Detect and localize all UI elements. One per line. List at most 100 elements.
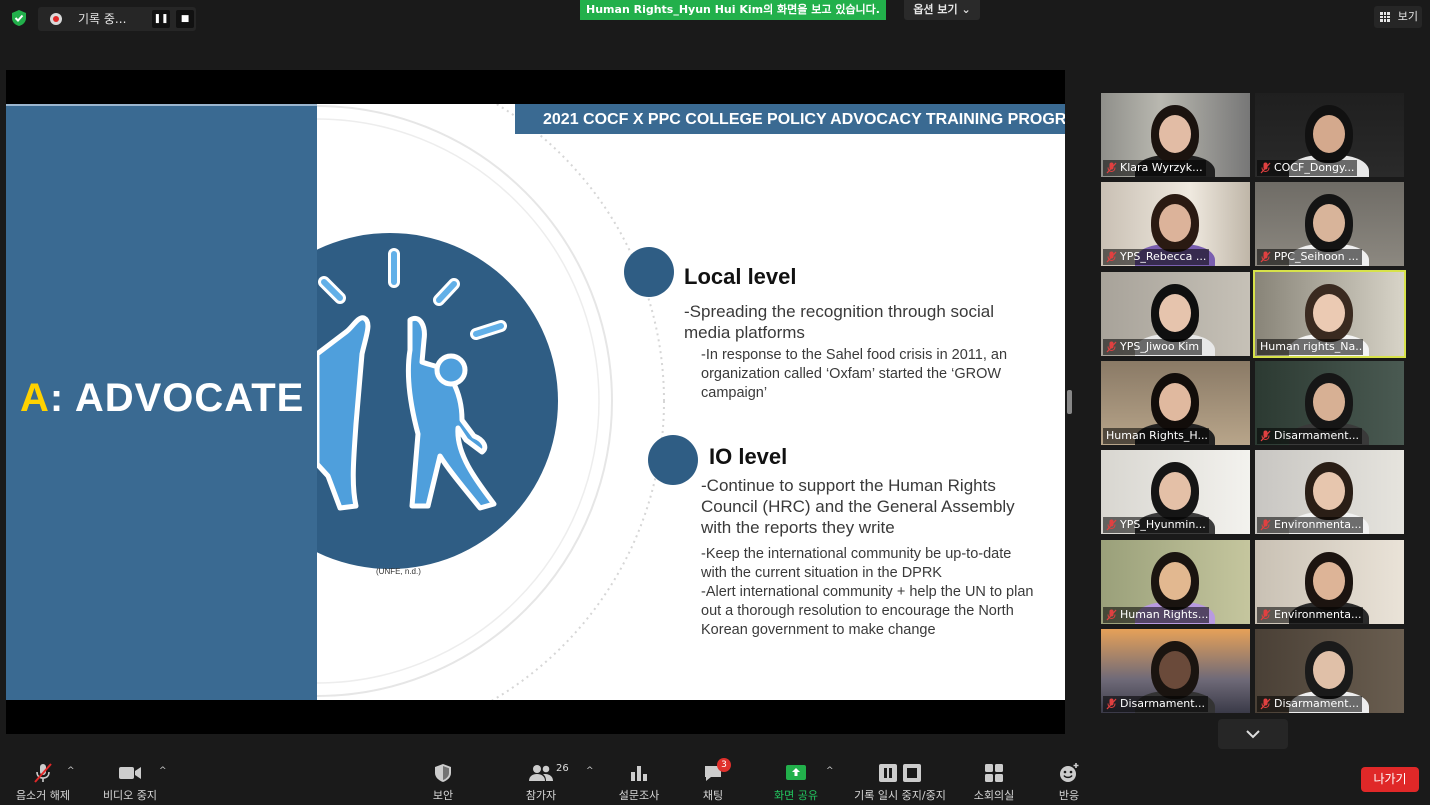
participant-name-label: YPS_Rebecca ... <box>1103 249 1209 265</box>
participant-name: Disarmament... <box>1274 697 1360 710</box>
chevron-down-icon: ⌄ <box>961 3 971 16</box>
participant-tile[interactable]: Human Rights... <box>1101 540 1250 624</box>
participant-name-label: Human Rights... <box>1103 607 1209 623</box>
participant-face <box>1313 562 1345 600</box>
participant-face <box>1159 383 1191 421</box>
stop-recording-icon[interactable]: ■ <box>176 10 194 28</box>
share-screen-label: 화면 공유 <box>774 789 818 802</box>
stop-video-button[interactable]: 비디오 중지 <box>96 760 164 804</box>
participant-tile[interactable]: Human rights_Na... <box>1253 270 1406 358</box>
share-screen-icon <box>786 765 806 780</box>
slide-advocate-heading: A: ADVOCATE <box>20 376 305 420</box>
security-label: 보안 <box>432 789 454 802</box>
participant-tile[interactable]: Environmenta... <box>1255 540 1404 624</box>
view-layout-button[interactable]: 보기 <box>1374 6 1422 28</box>
share-options-caret-icon[interactable]: ^ <box>826 766 834 776</box>
participant-name-label: Disarmament... <box>1257 428 1363 444</box>
participant-face <box>1313 115 1345 153</box>
screen-share-banner: Human Rights_Hyun Hui Kim의 화면을 보고 있습니다. <box>580 0 886 20</box>
participant-name-label: PPC_Seihoon ... <box>1257 249 1362 265</box>
participant-name: Disarmament... <box>1120 697 1206 710</box>
participant-face <box>1313 383 1345 421</box>
io-level-text-2: -Keep the international community be up-… <box>701 546 1012 581</box>
participant-tile[interactable]: YPS_Hyunmin... <box>1101 450 1250 534</box>
bar-chart-icon <box>631 766 647 781</box>
participant-name: Environmenta... <box>1274 608 1362 621</box>
chat-label: 채팅 <box>702 789 724 802</box>
video-camera-icon <box>119 767 141 779</box>
recording-label: 기록 중... <box>78 12 127 26</box>
participant-name-label: Disarmament... <box>1103 696 1209 712</box>
participant-name-label: Environmenta... <box>1257 607 1363 623</box>
image-caption: (UNFE, n.d.) <box>376 567 421 576</box>
participant-name-label: Klara Wyrzyk... <box>1103 160 1206 176</box>
mic-muted-icon <box>1260 698 1271 710</box>
pause-stop-recording-icon <box>879 764 921 782</box>
participant-face <box>1313 294 1345 332</box>
participant-tile[interactable]: Disarmament... <box>1255 361 1404 445</box>
participant-name-label: YPS_Jiwoo Kim <box>1103 339 1203 355</box>
security-button[interactable]: 보안 <box>418 760 468 804</box>
participant-face <box>1313 472 1345 510</box>
participant-tile[interactable]: Klara Wyrzyk... <box>1101 93 1250 177</box>
participant-tile[interactable]: PPC_Seihoon ... <box>1255 182 1404 266</box>
pause-stop-recording-label: 기록 일시 중지/중지 <box>854 789 946 802</box>
io-level-text-3: -Alert international community + help th… <box>701 584 1034 638</box>
mic-muted-icon <box>1106 341 1117 353</box>
participant-name: COCF_Dongy... <box>1274 161 1355 174</box>
participant-face <box>1159 294 1191 332</box>
participant-face <box>1159 651 1191 689</box>
pause-stop-recording-button[interactable]: 기록 일시 중지/중지 <box>848 760 952 804</box>
io-level-text-1: -Continue to support the Human Rights Co… <box>701 476 1015 537</box>
participant-name: Disarmament... <box>1274 429 1360 442</box>
participant-tile[interactable]: COCF_Dongy... <box>1255 93 1404 177</box>
breakout-rooms-label: 소회의실 <box>973 789 1015 802</box>
participant-face <box>1159 562 1191 600</box>
participant-tile[interactable]: Disarmament... <box>1255 629 1404 713</box>
stop-video-label: 비디오 중지 <box>102 789 158 802</box>
security-shield-icon[interactable] <box>9 8 29 28</box>
mic-muted-icon <box>1106 519 1117 531</box>
microphone-muted-icon <box>34 763 52 783</box>
leave-meeting-button[interactable]: 나가기 <box>1361 767 1419 792</box>
mic-muted-icon <box>1260 430 1271 442</box>
participant-name: YPS_Rebecca ... <box>1120 250 1207 263</box>
participant-name: Human Rights... <box>1120 608 1209 621</box>
unmute-label: 음소거 해제 <box>15 789 71 802</box>
mic-muted-icon <box>1106 251 1117 263</box>
participants-options-caret-icon[interactable]: ^ <box>586 766 594 776</box>
participants-icon <box>529 765 553 781</box>
participant-tile[interactable]: Environmenta... <box>1255 450 1404 534</box>
participant-name-label: Disarmament... <box>1257 696 1363 712</box>
presentation-slide: A: ADVOCATE 2021 COCF X PPC COLLEGE POLI… <box>6 104 1065 700</box>
participant-face <box>1159 204 1191 242</box>
pause-recording-icon[interactable]: ❚❚ <box>152 10 170 28</box>
participant-face <box>1313 204 1345 242</box>
participant-name: YPS_Hyunmin... <box>1120 518 1206 531</box>
view-options-dropdown[interactable]: 옵션 보기 ⌄ <box>904 0 980 20</box>
mic-muted-icon <box>1260 609 1271 621</box>
participant-tile[interactable]: Disarmament... <box>1101 629 1250 713</box>
audio-options-caret-icon[interactable]: ^ <box>67 766 75 776</box>
participants-label: 참가자 <box>525 789 557 802</box>
breakout-rooms-button[interactable]: 소회의실 <box>966 760 1022 804</box>
mic-muted-icon <box>1106 609 1117 621</box>
polls-label: 설문조사 <box>618 789 660 802</box>
participant-name-label: Environmenta... <box>1257 517 1363 533</box>
reactions-button[interactable]: 반응 <box>1048 760 1090 804</box>
participant-name-label: Human Rights_H... <box>1103 428 1209 444</box>
participant-name-label: COCF_Dongy... <box>1257 160 1358 176</box>
grid-view-icon <box>1380 12 1390 22</box>
participant-tile[interactable]: Human Rights_H... <box>1101 361 1250 445</box>
participant-tile[interactable]: YPS_Rebecca ... <box>1101 182 1250 266</box>
gallery-next-page-button[interactable] <box>1218 719 1288 749</box>
polls-button[interactable]: 설문조사 <box>612 760 666 804</box>
share-screen-button[interactable]: 화면 공유 <box>766 760 826 804</box>
local-level-title: Local level <box>684 264 797 289</box>
chat-unread-badge: 3 <box>717 758 731 772</box>
view-options-label: 옵션 보기 <box>913 3 958 16</box>
participant-tile[interactable]: YPS_Jiwoo Kim <box>1101 272 1250 356</box>
slide-left-panel: A: ADVOCATE <box>6 104 317 700</box>
split-resize-handle[interactable] <box>1067 390 1072 414</box>
video-options-caret-icon[interactable]: ^ <box>159 766 167 776</box>
